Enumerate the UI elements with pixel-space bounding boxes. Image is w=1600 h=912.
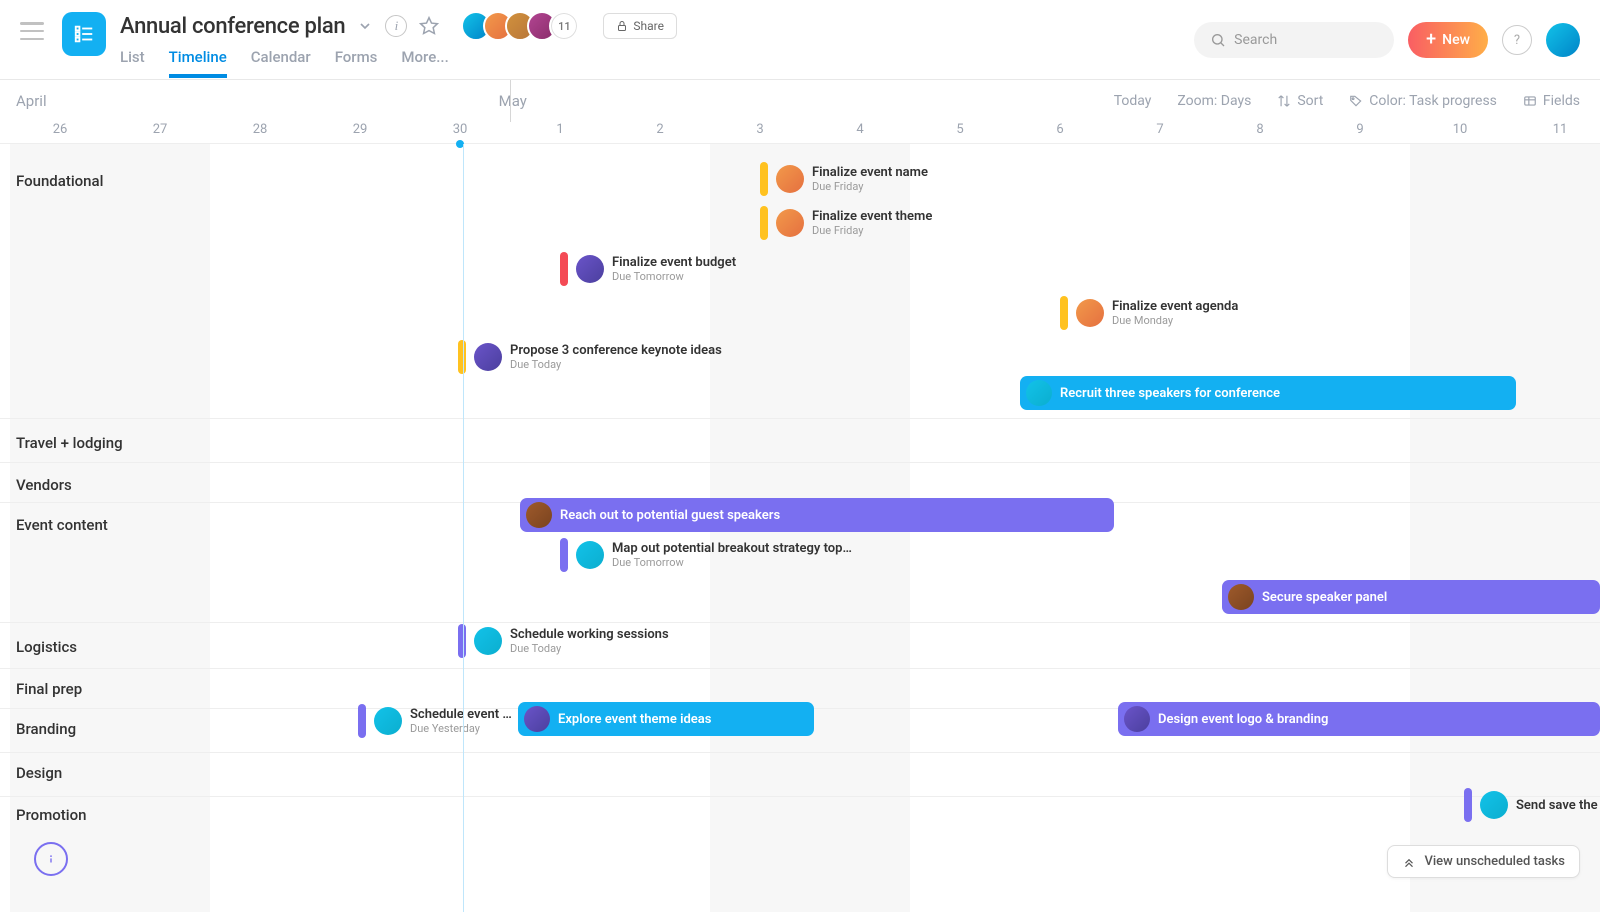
- help-button[interactable]: ?: [1502, 25, 1532, 55]
- day-number: 11: [1553, 122, 1568, 137]
- divider: [0, 752, 1600, 753]
- day-number: 26: [53, 122, 68, 137]
- info-icon: [44, 852, 58, 866]
- sort-control[interactable]: Sort: [1277, 93, 1323, 109]
- day-number: 29: [353, 122, 368, 137]
- day-number: 5: [956, 122, 963, 137]
- day-number: 2: [656, 122, 663, 137]
- task-secure-panel[interactable]: Secure speaker panel: [1222, 580, 1600, 614]
- section-promotion: Promotion: [16, 806, 86, 824]
- section-vendors: Vendors: [16, 476, 72, 494]
- project-icon[interactable]: [62, 12, 106, 56]
- task-finalize-event-theme[interactable]: Finalize event themeDue Friday: [760, 206, 932, 240]
- task-finalize-event-agenda[interactable]: Finalize event agendaDue Monday: [1060, 296, 1238, 330]
- day-headers: 26 27 28 29 30 1 2 3 4 5 6 7 8 9 10 11: [0, 122, 1600, 144]
- timeline-controls: April May Today Zoom: Days Sort Color: T…: [0, 80, 1600, 122]
- new-button[interactable]: + New: [1408, 22, 1488, 58]
- tag-icon: [1349, 94, 1363, 108]
- search-icon: [1210, 32, 1226, 48]
- section-logistics: Logistics: [16, 638, 77, 656]
- day-number: 30: [453, 122, 468, 137]
- fields-icon: [1523, 94, 1537, 108]
- month-label: May: [499, 92, 527, 110]
- list-icon: [73, 23, 95, 45]
- zoom-control[interactable]: Zoom: Days: [1177, 93, 1251, 109]
- tab-calendar[interactable]: Calendar: [251, 48, 311, 78]
- section-design: Design: [16, 764, 62, 782]
- day-number: 4: [856, 122, 863, 137]
- divider: [0, 796, 1600, 797]
- tabs: List Timeline Calendar Forms More...: [120, 48, 677, 78]
- day-number: 3: [756, 122, 763, 137]
- plus-icon: +: [1426, 31, 1436, 49]
- tab-timeline[interactable]: Timeline: [169, 48, 227, 78]
- topbar: Annual conference plan i 11 Share List: [0, 0, 1600, 80]
- member-avatars[interactable]: 11: [461, 11, 579, 41]
- day-number: 27: [153, 122, 168, 137]
- task-finalize-event-budget[interactable]: Finalize event budgetDue Tomorrow: [560, 252, 736, 286]
- view-unscheduled-button[interactable]: View unscheduled tasks: [1387, 845, 1580, 878]
- section-foundational: Foundational: [16, 172, 103, 190]
- task-schedule-sessions[interactable]: Schedule working sessionsDue Today: [458, 624, 669, 658]
- day-number: 8: [1256, 122, 1263, 137]
- task-schedule-event[interactable]: Schedule event …Due Yesterday: [358, 704, 512, 738]
- today-marker: [463, 144, 464, 912]
- divider: [0, 668, 1600, 669]
- lock-icon: [616, 20, 628, 32]
- divider: [0, 622, 1600, 623]
- day-number: 7: [1156, 122, 1163, 137]
- today-button[interactable]: Today: [1114, 93, 1152, 109]
- tab-forms[interactable]: Forms: [335, 48, 378, 78]
- month-label: April: [16, 92, 47, 110]
- task-map-out[interactable]: Map out potential breakout strategy top……: [560, 538, 852, 572]
- task-recruit-speakers[interactable]: Recruit three speakers for conference: [1020, 376, 1516, 410]
- color-control[interactable]: Color: Task progress: [1349, 93, 1497, 109]
- info-floating-button[interactable]: [34, 842, 68, 876]
- task-save-the-date[interactable]: Send save the da: [1464, 788, 1600, 822]
- divider: [0, 418, 1600, 419]
- day-number: 6: [1056, 122, 1063, 137]
- day-number: 1: [556, 122, 563, 137]
- day-number: 9: [1356, 122, 1363, 137]
- sort-icon: [1277, 94, 1291, 108]
- day-number: 28: [253, 122, 268, 137]
- task-finalize-event-name[interactable]: Finalize event nameDue Friday: [760, 162, 928, 196]
- day-number: 10: [1453, 122, 1468, 137]
- section-travel: Travel + lodging: [16, 434, 123, 452]
- project-title: Annual conference plan: [120, 14, 345, 39]
- search-input[interactable]: Search: [1194, 22, 1394, 58]
- section-event-content: Event content: [16, 516, 108, 534]
- task-explore-ideas[interactable]: Explore event theme ideas: [518, 702, 814, 736]
- section-final-prep: Final prep: [16, 680, 82, 698]
- divider: [0, 462, 1600, 463]
- current-user-avatar[interactable]: [1546, 23, 1580, 57]
- chevron-down-icon[interactable]: [357, 18, 373, 34]
- star-icon[interactable]: [419, 16, 439, 36]
- fields-control[interactable]: Fields: [1523, 93, 1580, 109]
- timeline-body: Foundational Travel + lodging Vendors Ev…: [0, 144, 1600, 912]
- avatar-overflow-count: 11: [549, 11, 579, 41]
- task-reach-out[interactable]: Reach out to potential guest speakers: [520, 498, 1114, 532]
- chevron-double-up-icon: [1402, 855, 1416, 869]
- tab-more[interactable]: More...: [401, 48, 448, 78]
- share-button[interactable]: Share: [603, 13, 677, 39]
- task-keynote-ideas[interactable]: Propose 3 conference keynote ideasDue To…: [458, 340, 722, 374]
- task-design-logo[interactable]: Design event logo & branding: [1118, 702, 1600, 736]
- tab-list[interactable]: List: [120, 48, 145, 78]
- section-branding: Branding: [16, 720, 76, 738]
- info-icon[interactable]: i: [385, 15, 407, 37]
- menu-icon[interactable]: [20, 22, 44, 40]
